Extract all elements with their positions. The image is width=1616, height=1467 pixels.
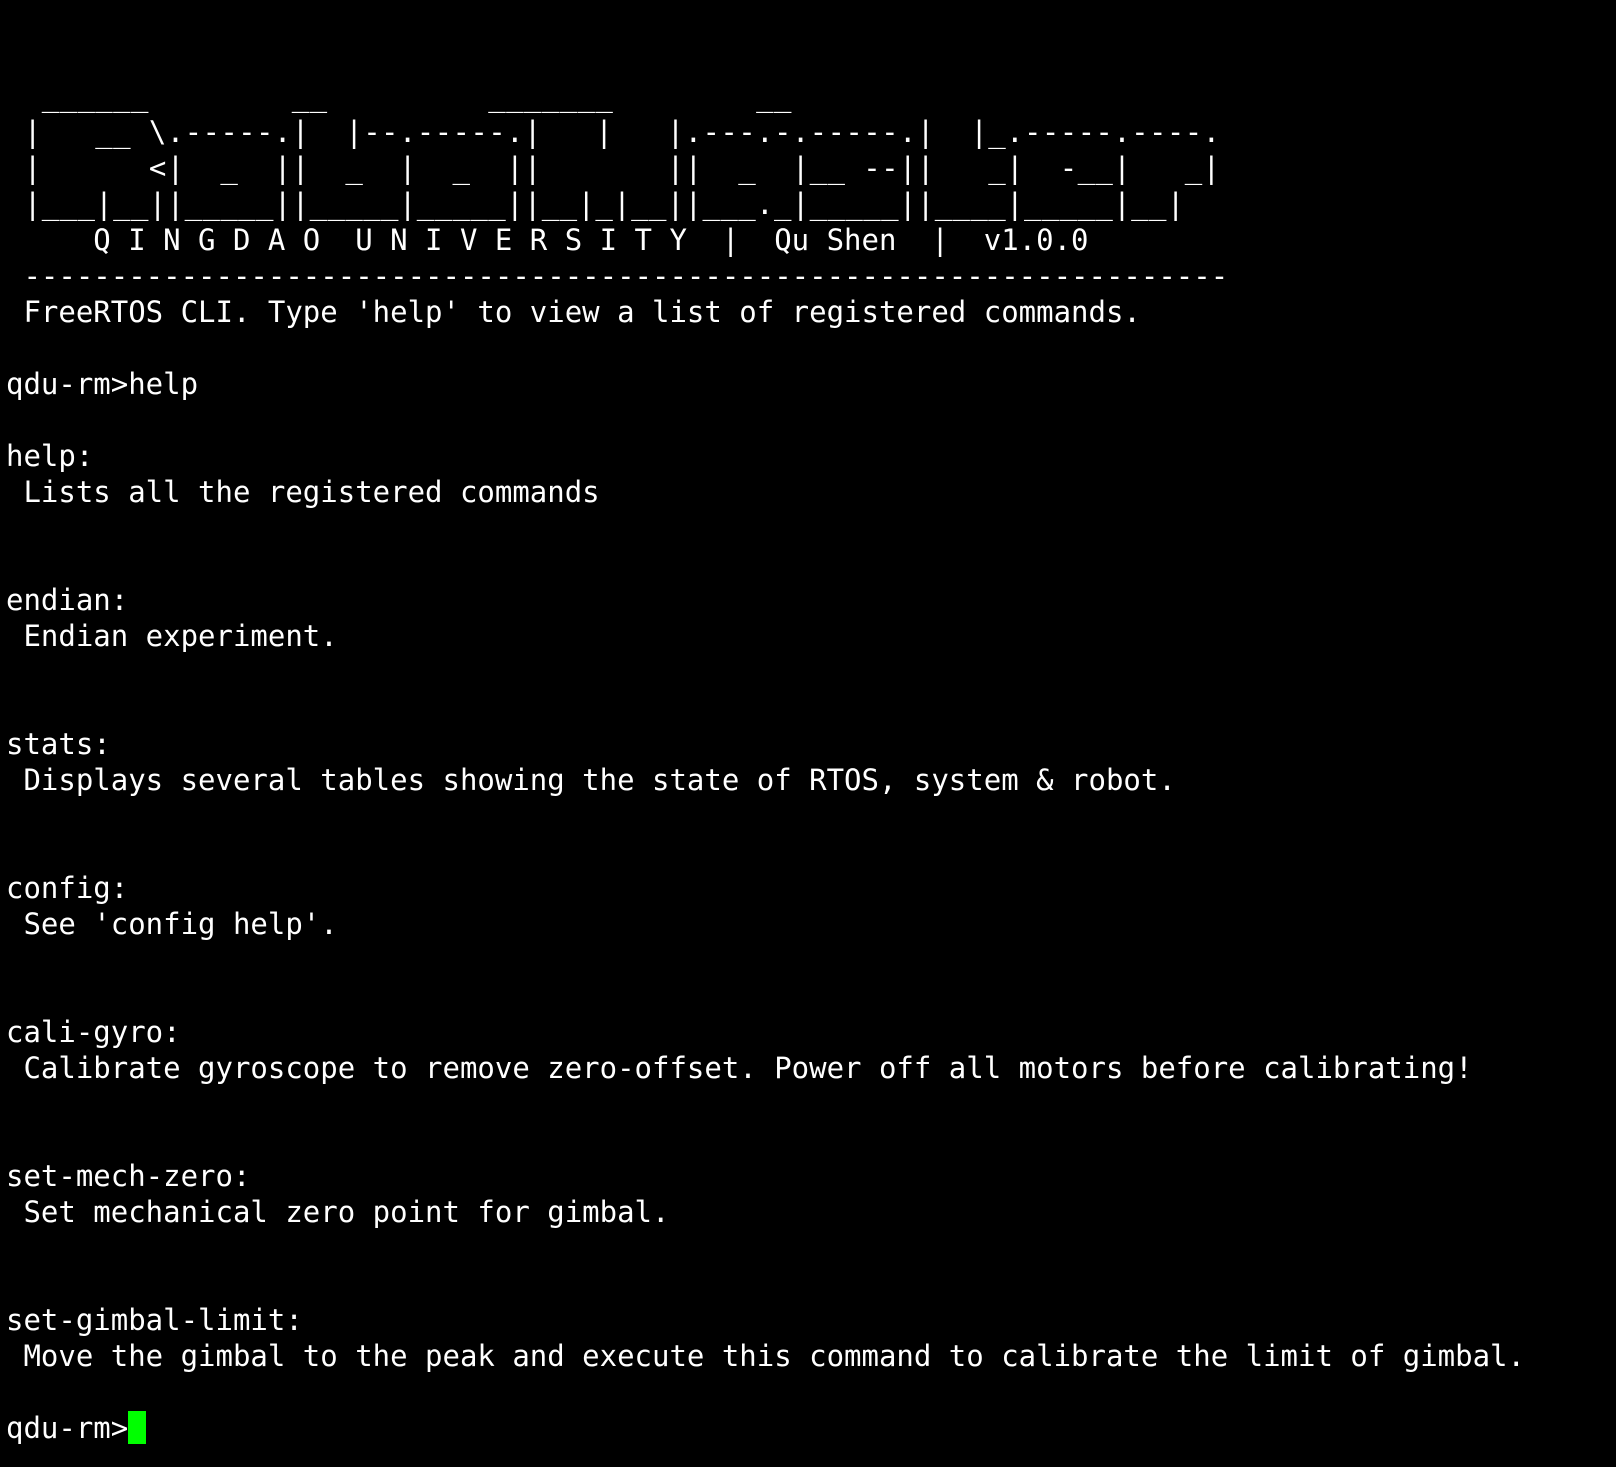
prompt: qdu-rm> (6, 1411, 129, 1445)
command-name-help: help: (6, 439, 94, 473)
command-description-set-gimbal-limit: Move the gimbal to the peak and execute … (6, 1339, 1525, 1373)
intro-text: FreeRTOS CLI. Type 'help' to view a list… (6, 295, 1141, 329)
command-prompt-line: qdu-rm>help (6, 366, 1606, 402)
command-name-config: config: (6, 871, 129, 905)
terminal-window[interactable]: ______ __ _______ __ | __ \.-----.| |--.… (6, 78, 1606, 1446)
entered-command: help (128, 367, 199, 401)
command-name-cali-gyro: cali-gyro: (6, 1015, 181, 1049)
ascii-banner-line-3: | <| _ || _ | _ || || _ |__ --|| _| -__|… (6, 151, 1221, 185)
command-name-stats: stats: (6, 727, 111, 761)
prompt: qdu-rm> (6, 367, 129, 401)
command-description-stats: Displays several tables showing the stat… (6, 763, 1176, 797)
command-description-cali-gyro: Calibrate gyroscope to remove zero-offse… (6, 1051, 1473, 1085)
active-prompt-line[interactable]: qdu-rm> (6, 1410, 1606, 1446)
command-name-set-gimbal-limit: set-gimbal-limit: (6, 1303, 303, 1337)
command-description-endian: Endian experiment. (6, 619, 338, 653)
ascii-banner-line-2: | __ \.-----.| |--.-----.| | |.---.-.---… (6, 115, 1221, 149)
command-name-set-mech-zero: set-mech-zero: (6, 1159, 251, 1193)
command-description-help: Lists all the registered commands (6, 475, 600, 509)
ascii-banner-line-1: ______ __ _______ __ (6, 79, 792, 113)
text-cursor (128, 1411, 147, 1444)
banner-separator: ----------------------------------------… (6, 259, 1229, 293)
banner-subtitle: Q I N G D A O U N I V E R S I T Y | Qu S… (6, 223, 1089, 257)
ascii-banner-line-4: |___|__||_____||_____|_____||__|_|__||__… (6, 187, 1185, 221)
command-name-endian: endian: (6, 583, 129, 617)
command-description-set-mech-zero: Set mechanical zero point for gimbal. (6, 1195, 670, 1229)
command-description-config: See 'config help'. (6, 907, 338, 941)
